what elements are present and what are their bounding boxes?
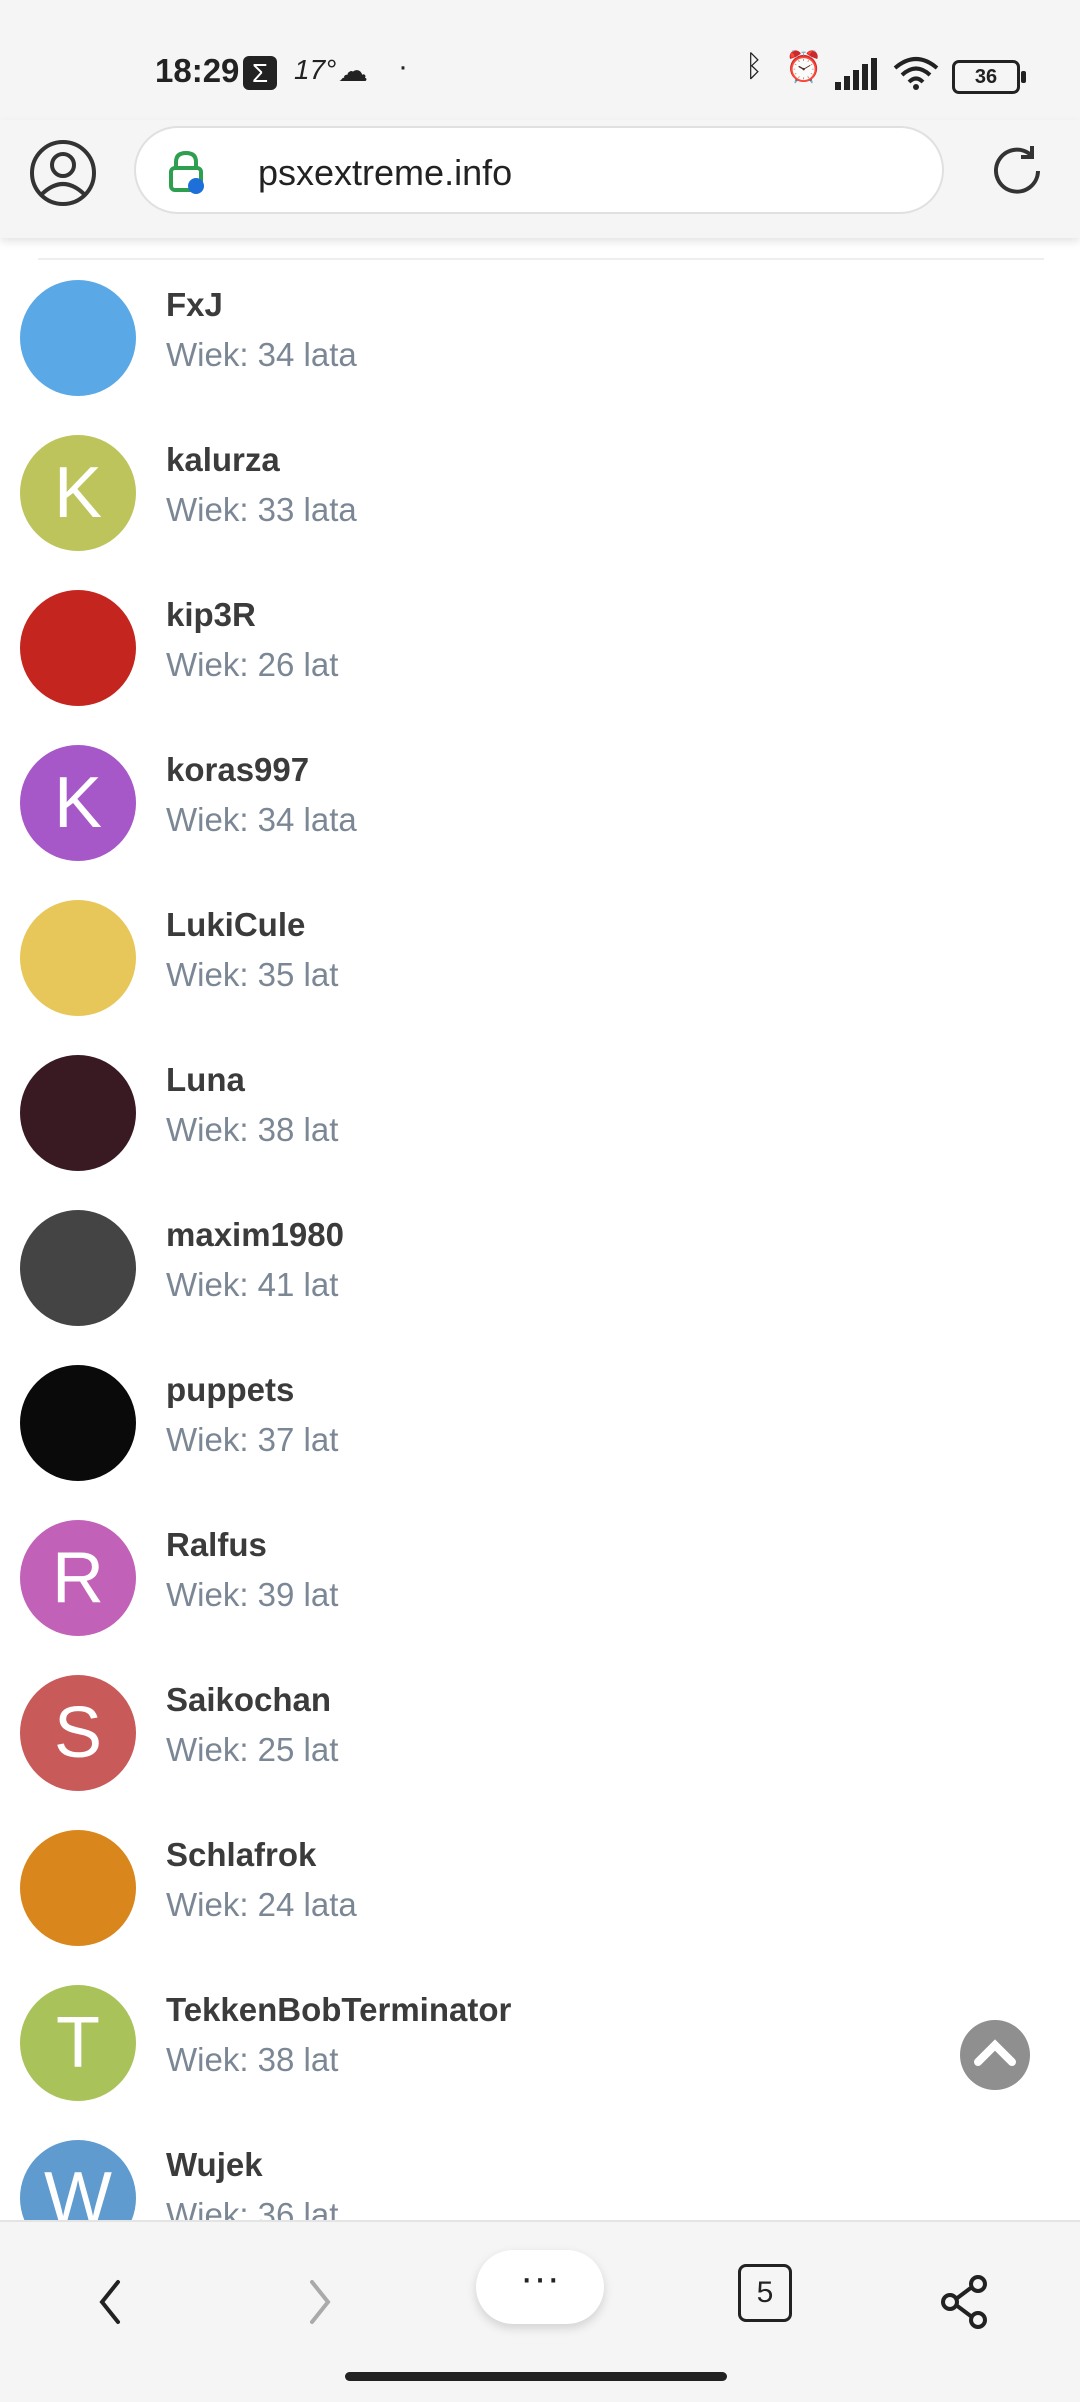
member-row[interactable]: puppets Wiek: 37 lat bbox=[0, 1323, 1080, 1481]
reload-icon[interactable] bbox=[988, 142, 1046, 200]
avatar[interactable] bbox=[20, 1055, 136, 1171]
member-row[interactable]: kip3R Wiek: 26 lat bbox=[0, 548, 1080, 706]
member-row[interactable]: T TekkenBobTerminator Wiek: 38 lat bbox=[0, 1943, 1080, 2101]
member-name[interactable]: Ralfus bbox=[166, 1526, 267, 1564]
member-name[interactable]: koras997 bbox=[166, 751, 309, 789]
member-age: Wiek: 41 lat bbox=[166, 1266, 339, 1303]
member-name[interactable]: Saikochan bbox=[166, 1681, 331, 1719]
lock-icon bbox=[169, 150, 204, 194]
member-name[interactable]: LukiCule bbox=[166, 906, 305, 944]
member-name[interactable]: Schlafrok bbox=[166, 1836, 316, 1874]
scroll-to-top-button[interactable] bbox=[960, 2020, 1030, 2090]
alarm-icon: ⏰ bbox=[785, 51, 823, 84]
avatar[interactable]: T bbox=[20, 1985, 136, 2101]
member-name[interactable]: FxJ bbox=[166, 286, 223, 324]
status-bar: 18:29 Σ 17° ☁ · ᛒ ⏰ 36 bbox=[0, 0, 1080, 120]
member-age: Wiek: 38 lat bbox=[166, 2041, 339, 2078]
more-menu-button[interactable]: ··· bbox=[476, 2250, 604, 2324]
bluetooth-icon: ᛒ bbox=[745, 50, 763, 83]
member-age: Wiek: 24 lata bbox=[166, 1886, 357, 1923]
tabs-button[interactable]: 5 bbox=[738, 2264, 792, 2322]
status-time: 18:29 bbox=[155, 52, 240, 89]
avatar[interactable] bbox=[20, 1365, 136, 1481]
member-age: Wiek: 38 lat bbox=[166, 1111, 339, 1148]
back-button[interactable] bbox=[90, 2262, 130, 2342]
member-age: Wiek: 39 lat bbox=[166, 1576, 339, 1613]
member-age: Wiek: 34 lata bbox=[166, 336, 357, 373]
member-row[interactable]: LukiCule Wiek: 35 lat bbox=[0, 858, 1080, 1016]
member-age: Wiek: 33 lata bbox=[166, 491, 357, 528]
avatar[interactable]: K bbox=[20, 435, 136, 551]
avatar[interactable] bbox=[20, 590, 136, 706]
member-row[interactable]: Luna Wiek: 38 lat bbox=[0, 1013, 1080, 1171]
signal-icon bbox=[835, 58, 877, 90]
member-age: Wiek: 35 lat bbox=[166, 956, 339, 993]
temperature-text: 17° bbox=[294, 54, 337, 85]
address-bar[interactable]: psxextreme.info bbox=[134, 126, 944, 214]
member-row[interactable]: S Saikochan Wiek: 25 lat bbox=[0, 1633, 1080, 1791]
weather-icon: ☁ bbox=[338, 55, 368, 88]
avatar[interactable] bbox=[20, 1210, 136, 1326]
member-row[interactable]: FxJ Wiek: 34 lata bbox=[0, 238, 1080, 396]
member-row[interactable]: Kkoras997 Wiek: 34 lata bbox=[0, 703, 1080, 861]
members-list: FxJ Wiek: 34 lata Kkalurza Wiek: 33 lata kip… bbox=[0, 238, 1080, 2238]
member-row[interactable]: Schlafrok Wiek: 24 lata bbox=[0, 1788, 1080, 1946]
avatar[interactable]: R bbox=[20, 1520, 136, 1636]
member-age: Wiek: 34 lata bbox=[166, 801, 357, 838]
member-name[interactable]: Luna bbox=[166, 1061, 245, 1099]
avatar[interactable]: K bbox=[20, 745, 136, 861]
battery-indicator: 36 bbox=[952, 60, 1026, 94]
home-indicator bbox=[345, 2372, 727, 2381]
member-age: Wiek: 25 lat bbox=[166, 1731, 339, 1768]
avatar[interactable] bbox=[20, 280, 136, 396]
url-text: psxextreme.info bbox=[258, 152, 513, 193]
chevron-up-icon bbox=[974, 2039, 1016, 2066]
member-age: Wiek: 37 lat bbox=[166, 1421, 339, 1458]
share-icon[interactable] bbox=[938, 2262, 994, 2342]
member-row[interactable]: maxim1980 Wiek: 41 lat bbox=[0, 1168, 1080, 1326]
wifi-icon bbox=[893, 57, 939, 90]
member-name[interactable]: kalurza bbox=[166, 441, 280, 479]
sigma-app-icon: Σ bbox=[243, 56, 277, 90]
avatar[interactable] bbox=[20, 1830, 136, 1946]
forward-button[interactable] bbox=[300, 2262, 340, 2342]
member-row[interactable]: Kkalurza Wiek: 33 lata bbox=[0, 393, 1080, 551]
member-name[interactable]: maxim1980 bbox=[166, 1216, 344, 1254]
avatar[interactable] bbox=[20, 900, 136, 1016]
notification-dot-icon: · bbox=[398, 50, 408, 83]
member-row[interactable]: W Wujek Wiek: 36 lat bbox=[0, 2098, 1080, 2238]
member-name[interactable]: TekkenBobTerminator bbox=[166, 1991, 511, 2029]
member-name[interactable]: puppets bbox=[166, 1371, 294, 1409]
member-row[interactable]: R Ralfus Wiek: 39 lat bbox=[0, 1478, 1080, 1636]
avatar[interactable]: S bbox=[20, 1675, 136, 1791]
member-age: Wiek: 26 lat bbox=[166, 646, 339, 683]
profile-icon[interactable] bbox=[28, 138, 98, 208]
member-name[interactable]: kip3R bbox=[166, 596, 256, 634]
member-name[interactable]: Wujek bbox=[166, 2146, 263, 2184]
